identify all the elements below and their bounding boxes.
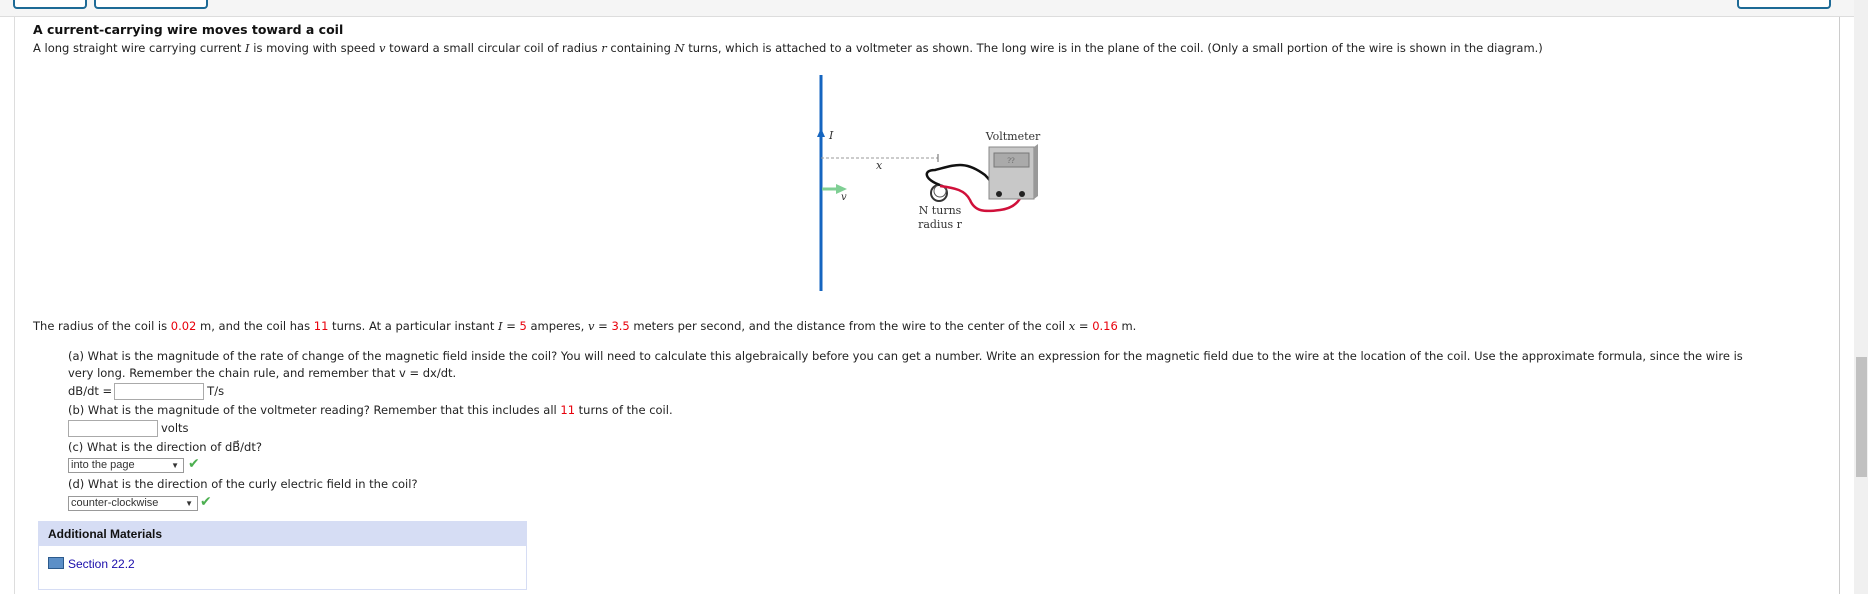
current-arrow-icon	[817, 128, 825, 137]
part-b-question: (b) What is the magnitude of the voltmet…	[68, 403, 673, 417]
velocity-label: v	[841, 192, 847, 203]
part-d-question: (d) What is the direction of the curly e…	[68, 477, 418, 491]
additional-materials-header: Additional Materials	[39, 522, 526, 546]
electric-field-direction-select[interactable]: counter-clockwise ▼	[68, 496, 198, 511]
radius-label: radius r	[918, 218, 963, 231]
voltage-input[interactable]	[68, 420, 158, 437]
dropdown-arrow-icon: ▼	[171, 461, 179, 470]
black-lead	[925, 163, 1000, 195]
part-a-question: (a) What is the magnitude of the rate of…	[68, 349, 1743, 363]
dropdown-arrow-icon: ▼	[185, 499, 193, 508]
scrollbar-thumb[interactable]	[1856, 357, 1867, 477]
current-label: I	[828, 129, 834, 142]
part-c-question: (c) What is the direction of dB⃗/dt?	[68, 440, 262, 454]
correct-check-icon: ✔	[188, 456, 200, 472]
distance-label: x	[876, 159, 883, 172]
scrollbar[interactable]	[1854, 0, 1868, 594]
voltmeter-label: Voltmeter	[985, 130, 1041, 143]
part-a-hint: very long. Remember the chain rule, and …	[68, 366, 457, 380]
correct-check-icon: ✔	[200, 494, 212, 510]
part-a-answer-row: dB/dt = T/s	[68, 383, 225, 400]
wire-coil-diagram: I x v ?? Voltmeter N turns radius r	[817, 75, 1041, 291]
meter-display: ??	[1007, 157, 1015, 165]
dbdt-input[interactable]	[114, 383, 205, 400]
part-b-answer-row: volts	[66, 420, 189, 437]
book-icon	[48, 557, 64, 569]
given-values: The radius of the coil is 0.02 m, and th…	[33, 319, 1137, 333]
dbdt-direction-select[interactable]: into the page ▼	[68, 458, 184, 473]
toolbar-button-3[interactable]	[1737, 0, 1831, 9]
section-link[interactable]: Section 22.2	[48, 557, 135, 571]
additional-materials: Additional Materials Section 22.2	[38, 521, 527, 590]
turns-label: N turns	[919, 204, 962, 217]
